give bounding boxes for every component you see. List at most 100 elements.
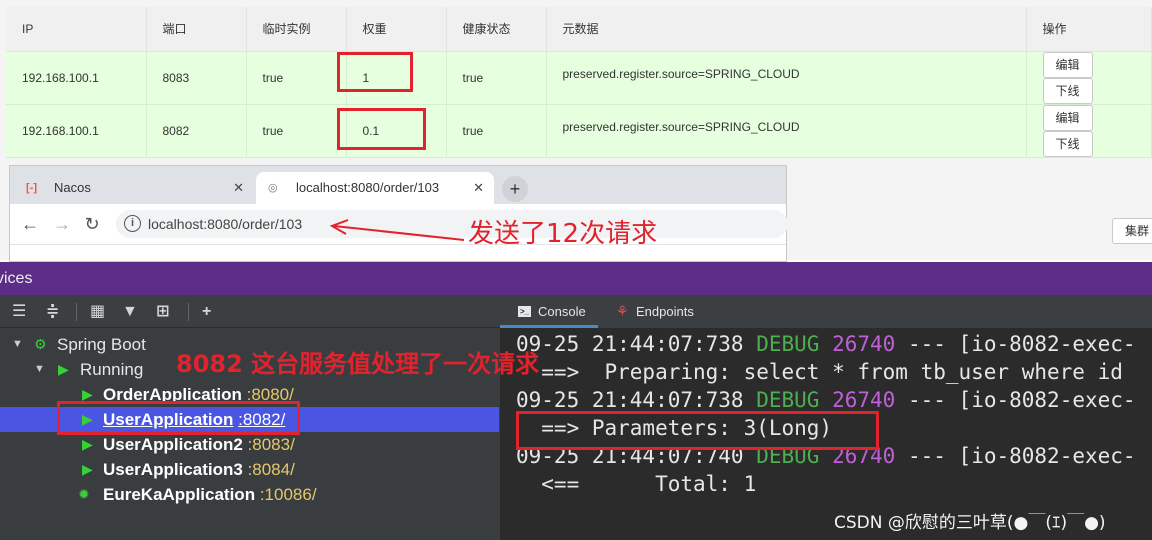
tree-node-label: Running [80, 360, 144, 379]
log-pid: 26740 [832, 332, 896, 356]
app-name: UserApplication3 [103, 460, 243, 479]
cell-actions: 编辑下线 [1026, 51, 1152, 105]
toolbar-separator [188, 303, 189, 321]
cell-ephemeral: true [246, 104, 347, 158]
globe-icon: ◎ [268, 182, 278, 194]
log-level: DEBUG [756, 388, 820, 412]
cell-metadata: preserved.register.source=SPRING_CLOUD [546, 104, 1027, 158]
instance-table: IP 端口 临时实例 权重 健康状态 元数据 操作 192.168.100.1 … [6, 7, 1152, 158]
csdn-watermark: CSDN @欣慰的三叶草(●￣(ｴ)￣●) [834, 513, 1106, 533]
request-count-annotation: 发送了12次请求 [468, 219, 658, 249]
log-rest: --- [io-8082-exec- [907, 388, 1136, 412]
table-header-row: IP 端口 临时实例 权重 健康状态 元数据 操作 [6, 7, 1152, 52]
console-icon: >_ [518, 306, 531, 317]
nacos-logo-icon: [-] [26, 182, 37, 194]
column-header-metadata: 元数据 [546, 7, 1027, 52]
annotation-arrow [329, 219, 465, 241]
table-row: 192.168.100.1 8082 true 0.1 true preserv… [6, 104, 1152, 158]
column-header-ephemeral: 临时实例 [246, 7, 347, 52]
group-by-icon[interactable]: ▦ [90, 295, 105, 328]
tab-nacos[interactable]: [-] Nacos ✕ [14, 172, 254, 204]
request-handled-annotation: 8082 这台服务值处理了一次请求 [176, 350, 540, 378]
cell-metadata: preserved.register.source=SPRING_CLOUD [546, 51, 1027, 105]
tab-label: Console [538, 304, 586, 319]
info-icon[interactable]: i [124, 215, 141, 232]
cell-healthy: true [446, 104, 547, 158]
run-icon: ▶ [82, 461, 93, 477]
app-name: EureKaApplication [103, 485, 256, 504]
app-port-link[interactable]: :10086/ [260, 485, 317, 504]
tab-localhost[interactable]: ◎ localhost:8080/order/103 ✕ [256, 172, 494, 204]
back-arrow-icon[interactable]: ← [18, 204, 42, 244]
app-port-link[interactable]: :8084/ [248, 460, 295, 479]
reload-icon[interactable]: ↻ [80, 204, 104, 244]
services-title-bar: vices [0, 262, 1152, 295]
offline-button[interactable]: 下线 [1042, 130, 1093, 157]
tab-label: Nacos [54, 180, 91, 195]
close-icon[interactable]: ✕ [473, 172, 484, 204]
tree-node-user-application3[interactable]: ▶ UserApplication3 :8084/ [0, 457, 499, 482]
cell-actions: 编辑下线 [1026, 104, 1152, 158]
cell-healthy: true [446, 51, 547, 105]
services-title: vices [0, 270, 33, 287]
selected-app-highlight-box [57, 401, 300, 435]
toolbar-separator [76, 303, 77, 321]
tree-node-eureka-application[interactable]: ✹ EureKaApplication :10086/ [0, 482, 499, 507]
log-pid: 26740 [832, 388, 896, 412]
log-line: 09-25 21:44:07:738 DEBUG 26740 --- [io-8… [516, 330, 1136, 358]
collapse-all-icon[interactable]: ≑ [46, 295, 59, 328]
console-tab-bar: >_ Console ⚘ Endpoints [500, 295, 1152, 328]
add-service-icon[interactable]: + [202, 295, 211, 328]
page-top-strip [10, 244, 786, 261]
table-row: 192.168.100.1 8083 true 1 true preserved… [6, 51, 1152, 105]
cluster-button[interactable]: 集群 [1112, 218, 1152, 244]
services-toolbar: ☰ ≑ ▦ ▼ ⊞ + [0, 295, 499, 328]
chevron-down-icon[interactable]: ▼ [12, 332, 23, 357]
tree-node-user-application2[interactable]: ▶ UserApplication2 :8083/ [0, 432, 499, 457]
spring-app-icon: ✹ [78, 486, 90, 502]
log-time: 09-25 21:44:07:738 [516, 332, 744, 356]
column-header-actions: 操作 [1026, 7, 1152, 52]
url-text[interactable]: localhost:8080/order/103 [148, 210, 302, 238]
endpoints-icon: ⚘ [616, 303, 629, 319]
column-header-weight: 权重 [346, 7, 447, 52]
cell-port: 8083 [146, 51, 247, 105]
parameters-highlight-box [516, 411, 879, 450]
app-port-link[interactable]: :8083/ [248, 435, 295, 454]
offline-button[interactable]: 下线 [1042, 77, 1093, 104]
run-icon: ▶ [82, 436, 93, 452]
new-tab-icon[interactable]: ⊞ [156, 295, 169, 328]
run-icon: ▶ [58, 361, 69, 377]
column-header-ip: IP [6, 7, 147, 52]
forward-arrow-icon[interactable]: → [50, 204, 74, 244]
tab-label: Endpoints [636, 304, 694, 319]
log-level: DEBUG [756, 332, 820, 356]
tree-node-label: Spring Boot [57, 335, 146, 354]
weight-highlight-box [337, 52, 413, 92]
log-rest: --- [io-8082-exec- [907, 332, 1136, 356]
cell-ip: 192.168.100.1 [6, 104, 147, 158]
log-line: ==> Preparing: select * from tb_user whe… [516, 360, 1123, 384]
column-header-health: 健康状态 [446, 7, 547, 52]
close-icon[interactable]: ✕ [233, 172, 244, 204]
filter-icon[interactable]: ▼ [122, 295, 138, 328]
column-header-port: 端口 [146, 7, 247, 52]
chevron-down-icon[interactable]: ▼ [34, 357, 45, 382]
expand-all-icon[interactable]: ☰ [12, 295, 26, 328]
cell-ip: 192.168.100.1 [6, 51, 147, 105]
new-tab-button[interactable]: + [502, 176, 528, 202]
spring-boot-icon: ⚙ [34, 336, 47, 352]
weight-highlight-box [337, 108, 426, 150]
edit-button[interactable]: 编辑 [1042, 104, 1093, 131]
tab-console[interactable]: >_ Console [500, 295, 598, 328]
tab-label: localhost:8080/order/103 [296, 180, 440, 195]
cell-port: 8082 [146, 104, 247, 158]
log-rest: --- [io-8082-exec- [907, 444, 1136, 468]
edit-button[interactable]: 编辑 [1042, 51, 1093, 78]
cell-ephemeral: true [246, 51, 347, 105]
log-line: 09-25 21:44:07:738 DEBUG 26740 --- [io-8… [516, 386, 1136, 414]
tab-endpoints[interactable]: ⚘ Endpoints [616, 295, 694, 328]
log-time: 09-25 21:44:07:738 [516, 388, 744, 412]
app-name: UserApplication2 [103, 435, 243, 454]
log-line: <== Total: 1 [516, 472, 757, 496]
